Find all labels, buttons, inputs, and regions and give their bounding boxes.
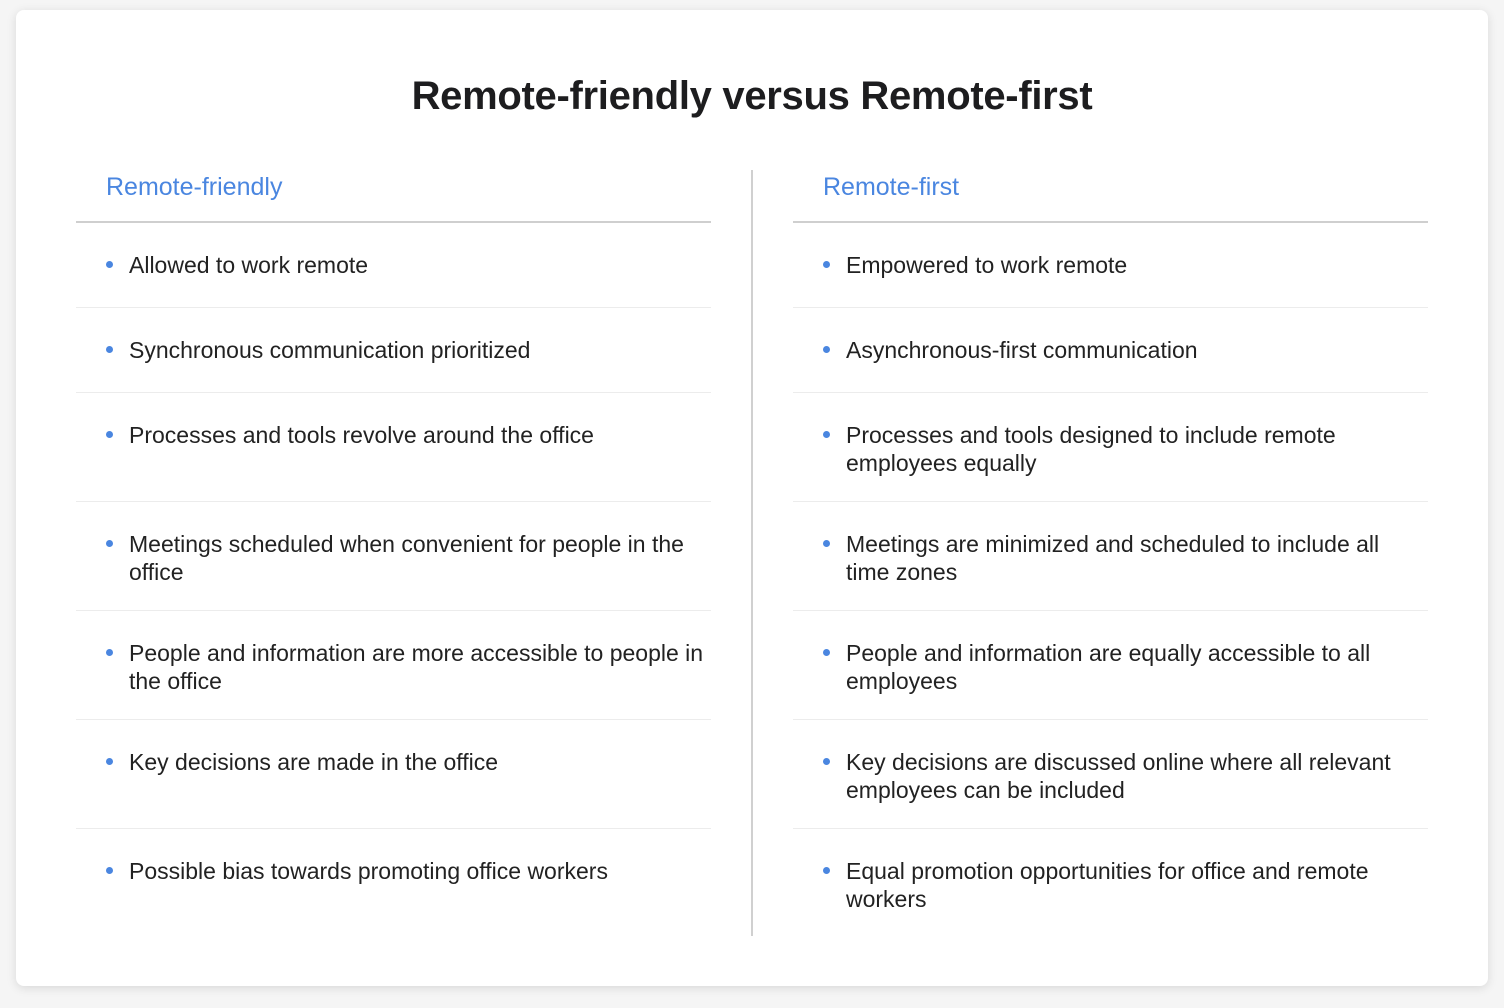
bullet-icon — [106, 346, 113, 353]
bullet-icon — [823, 758, 830, 765]
page-title: Remote-friendly versus Remote-first — [411, 74, 1093, 118]
item-text: Empowered to work remote — [846, 252, 1128, 278]
item-text: Asynchronous-first communication — [846, 337, 1198, 363]
item-text: Equal promotion opportunities for office… — [846, 858, 1369, 912]
item-text: Allowed to work remote — [129, 252, 369, 278]
list-item: People and information are equally acces… — [793, 611, 1428, 720]
column-remote-friendly: Remote-friendly Allowed to work remote S… — [76, 170, 711, 938]
list-item: People and information are more accessib… — [76, 611, 711, 720]
list-item: Key decisions are made in the office — [76, 720, 711, 829]
comparison-card: Remote-friendly versus Remote-first Remo… — [16, 10, 1488, 986]
list-item: Allowed to work remote — [76, 223, 711, 308]
column-remote-first: Remote-first Empowered to work remote As… — [793, 170, 1428, 938]
item-text: People and information are equally acces… — [846, 640, 1371, 694]
bullet-icon — [106, 431, 113, 438]
list-item: Meetings are minimized and scheduled to … — [793, 502, 1428, 611]
item-text: Processes and tools designed to include … — [846, 422, 1336, 476]
list-item: Synchronous communication prioritized — [76, 308, 711, 393]
bullet-icon — [823, 346, 830, 353]
bullet-icon — [823, 649, 830, 656]
bullet-icon — [106, 261, 113, 268]
bullet-icon — [106, 867, 113, 874]
bullet-icon — [823, 431, 830, 438]
list-item: Asynchronous-first communication — [793, 308, 1428, 393]
item-text: Key decisions are discussed online where… — [846, 749, 1391, 803]
item-text: Meetings scheduled when convenient for p… — [129, 531, 684, 585]
list-item: Meetings scheduled when convenient for p… — [76, 502, 711, 611]
bullet-icon — [106, 758, 113, 765]
item-text: People and information are more accessib… — [129, 640, 704, 694]
item-text: Synchronous communication prioritized — [129, 337, 531, 363]
bullet-icon — [823, 540, 830, 547]
column-heading: Remote-first — [793, 170, 1428, 223]
list-item: Processes and tools revolve around the o… — [76, 393, 711, 502]
bullet-icon — [106, 540, 113, 547]
list-item: Processes and tools designed to include … — [793, 393, 1428, 502]
column-heading: Remote-friendly — [76, 170, 711, 223]
item-text: Meetings are minimized and scheduled to … — [846, 531, 1380, 585]
list-item: Equal promotion opportunities for office… — [793, 829, 1428, 938]
item-text: Possible bias towards promoting office w… — [129, 858, 608, 884]
item-text: Processes and tools revolve around the o… — [129, 422, 594, 448]
bullet-icon — [823, 867, 830, 874]
bullet-icon — [823, 261, 830, 268]
column-divider — [751, 170, 753, 936]
list-item: Possible bias towards promoting office w… — [76, 829, 711, 938]
list-item: Key decisions are discussed online where… — [793, 720, 1428, 829]
list-item: Empowered to work remote — [793, 223, 1428, 308]
item-text: Key decisions are made in the office — [129, 749, 499, 775]
bullet-icon — [106, 649, 113, 656]
